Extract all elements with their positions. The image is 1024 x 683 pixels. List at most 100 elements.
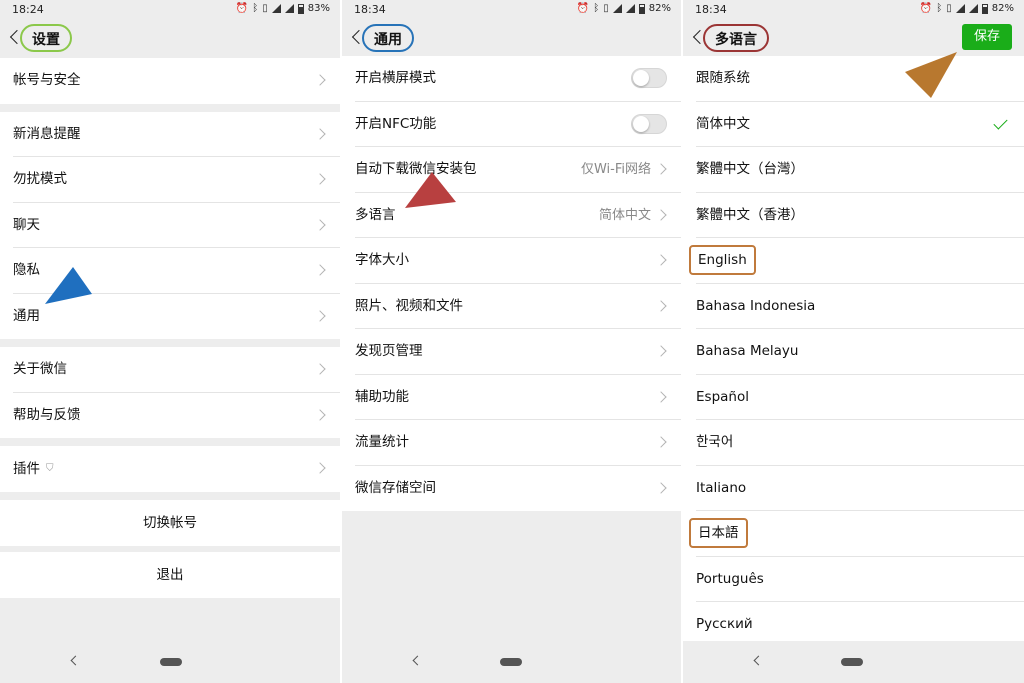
page-title: 通用 (362, 24, 414, 52)
nav-bar (0, 641, 340, 683)
settings-item-plugins[interactable]: 插件 ⛉ (0, 446, 340, 492)
language-item[interactable]: Italiano (683, 465, 1024, 511)
language-item[interactable]: 한국어 (683, 420, 1024, 466)
settings-item-help-feedback[interactable]: 帮助与反馈 (0, 392, 340, 438)
general-item-value: 仅Wi-Fi网络 (580, 162, 651, 177)
settings-item-do-not-disturb[interactable]: 勿扰模式 (0, 157, 340, 203)
settings-item-label: 插件 (13, 460, 40, 477)
nav-home-icon[interactable] (841, 658, 863, 666)
nav-back-icon[interactable] (753, 655, 764, 666)
settings-panel: 18:24 ⏰ ᛒ ▯ 83% 设置 帐号与安全 新消息提醒 勿扰模式 聊天 隐… (0, 0, 340, 683)
settings-item-label: 关于微信 (13, 361, 67, 377)
chevron-right-icon (655, 481, 667, 494)
general-item-label: 辅助功能 (355, 388, 409, 405)
battery-percent: 82% (991, 3, 1014, 14)
chevron-right-icon (655, 208, 667, 221)
nfc-toggle[interactable] (631, 113, 667, 134)
chevron-right-icon (655, 345, 667, 357)
back-icon[interactable] (691, 30, 703, 44)
nav-home-icon[interactable] (160, 658, 182, 666)
general-item-auto-download[interactable]: 自动下载微信安装包 仅Wi-Fi网络 (342, 147, 681, 193)
general-panel: 18:34 ⏰ ᛒ ▯ 82% 通用 开启横屏模式 开启NFC功能 自动下载微信… (342, 0, 681, 683)
settings-item-label: 帮助与反馈 (13, 406, 81, 423)
language-label-highlighted: 日本語 (689, 518, 748, 548)
signal-icon (968, 4, 978, 13)
bluetooth-icon: ᛒ (593, 3, 600, 14)
save-button[interactable]: 保存 (962, 24, 1012, 50)
language-label: Italiano (696, 479, 747, 496)
vibrate-icon: ▯ (262, 3, 268, 14)
general-item-language[interactable]: 多语言 简体中文 (342, 192, 681, 238)
general-item-data-usage[interactable]: 流量统计 (342, 420, 681, 466)
page-title: 设置 (20, 24, 72, 52)
status-time: 18:24 (12, 3, 44, 16)
language-label: 简体中文 (696, 115, 750, 132)
language-item[interactable]: 繁體中文（香港） (683, 192, 1024, 238)
language-label: Español (696, 388, 749, 405)
general-item-label: 开启NFC功能 (355, 115, 437, 132)
nav-bar (342, 641, 681, 683)
general-item-value: 简体中文 (598, 207, 651, 223)
header: 多语言 保存 (683, 20, 1024, 56)
language-item-selected[interactable]: 简体中文 (683, 101, 1024, 147)
language-item[interactable]: English (683, 238, 1024, 284)
language-list: 跟随系统 简体中文 繁體中文（台灣） 繁體中文（香港） English Baha… (683, 56, 1024, 648)
battery-percent: 82% (648, 3, 671, 14)
language-item[interactable]: 繁體中文（台灣） (683, 147, 1024, 193)
settings-item-about[interactable]: 关于微信 (0, 347, 340, 393)
signal-icon (271, 4, 281, 13)
general-item-media[interactable]: 照片、视频和文件 (342, 283, 681, 329)
nav-back-icon[interactable] (70, 655, 81, 666)
language-panel: 18:34 ⏰ ᛒ ▯ 82% 多语言 保存 跟随系统 简体中文 繁體中文（台灣… (683, 0, 1024, 683)
pointer-arrow-icon (905, 52, 957, 98)
bluetooth-icon: ᛒ (936, 3, 943, 14)
general-list: 开启横屏模式 开启NFC功能 自动下载微信安装包 仅Wi-Fi网络 多语言 简体中文… (342, 56, 681, 511)
settings-item-label: 勿扰模式 (13, 171, 67, 187)
settings-item-label: 通用 (13, 307, 40, 324)
language-item[interactable]: Português (683, 556, 1024, 602)
chevron-right-icon (314, 309, 326, 322)
general-item-label: 照片、视频和文件 (355, 297, 463, 314)
back-icon[interactable] (350, 30, 362, 44)
general-item-landscape[interactable]: 开启横屏模式 (342, 56, 681, 102)
language-item[interactable]: 跟随系统 (683, 56, 1024, 102)
nav-back-icon[interactable] (412, 655, 423, 666)
status-bar: 18:34 ⏰ ᛒ ▯ 82% (342, 0, 681, 20)
signal-icon (625, 4, 635, 13)
landscape-toggle[interactable] (631, 68, 667, 88)
back-icon[interactable] (8, 30, 20, 44)
settings-item-new-message[interactable]: 新消息提醒 (0, 111, 340, 157)
language-label: 繁體中文（香港） (696, 206, 804, 223)
nav-home-icon[interactable] (500, 658, 522, 666)
logout-button[interactable]: 退出 (0, 551, 340, 598)
language-item[interactable]: Bahasa Melayu (683, 329, 1024, 375)
language-label: Русский (696, 616, 753, 632)
chevron-right-icon (655, 163, 667, 175)
language-label: 繁體中文（台灣） (696, 161, 804, 177)
language-item[interactable]: Bahasa Indonesia (683, 283, 1024, 329)
general-item-discover[interactable]: 发现页管理 (342, 329, 681, 375)
general-item-nfc[interactable]: 开启NFC功能 (342, 101, 681, 147)
alarm-icon: ⏰ (576, 3, 590, 14)
nav-bar (683, 641, 1024, 683)
chevron-right-icon (655, 390, 667, 403)
chevron-right-icon (314, 127, 326, 140)
settings-item-chat[interactable]: 聊天 (0, 202, 340, 248)
settings-list: 帐号与安全 新消息提醒 勿扰模式 聊天 隐私 通用 关于微信 帮助与反馈 插件 ⛉… (0, 58, 340, 598)
language-label-highlighted: English (689, 245, 756, 275)
chevron-right-icon (314, 173, 326, 185)
language-item[interactable]: 日本語 (683, 511, 1024, 557)
settings-item-label: 新消息提醒 (13, 125, 81, 142)
general-item-accessibility[interactable]: 辅助功能 (342, 374, 681, 420)
settings-item-account-security[interactable]: 帐号与安全 (0, 58, 340, 104)
chevron-right-icon (314, 74, 326, 86)
battery-icon (981, 3, 988, 14)
pointer-arrow-icon (405, 172, 456, 208)
general-item-font-size[interactable]: 字体大小 (342, 238, 681, 284)
settings-item-label: 帐号与安全 (13, 72, 81, 88)
switch-account-button[interactable]: 切换帐号 (0, 499, 340, 546)
language-label: Bahasa Indonesia (696, 297, 816, 314)
language-item[interactable]: Español (683, 374, 1024, 420)
general-item-storage[interactable]: 微信存储空间 (342, 465, 681, 511)
signal-icon (612, 4, 622, 13)
